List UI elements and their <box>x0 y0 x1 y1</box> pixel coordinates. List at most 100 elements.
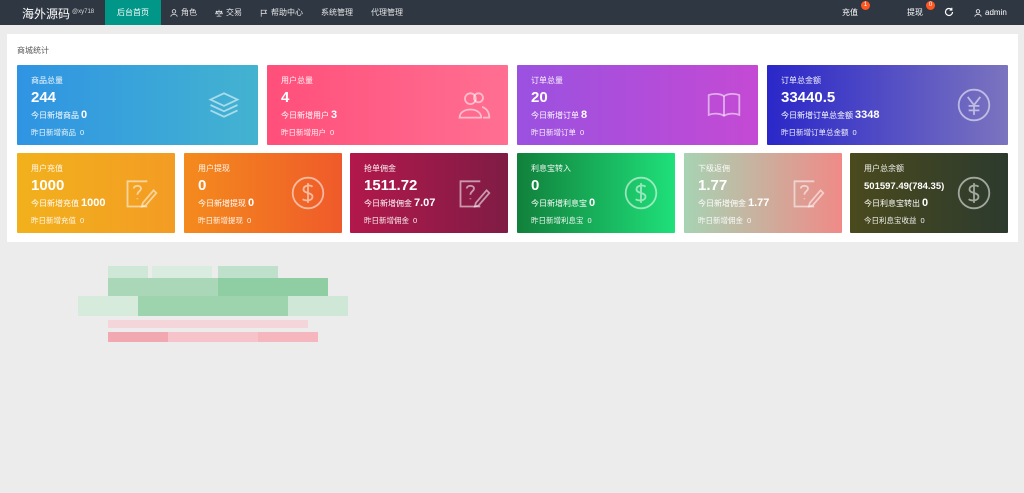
stat-yesterday-value: 0 <box>747 216 752 225</box>
stat-card-today: 今日利息宝转出 0 <box>864 197 928 209</box>
stat-today-label: 今日新增充值 <box>31 199 79 208</box>
stat-card-today: 今日新增佣金 1.77 <box>698 197 769 209</box>
stat-card-title: 订单总量 <box>531 76 563 85</box>
nav-agent-label: 代理管理 <box>371 8 403 17</box>
stat-card-value: 1.77 <box>698 177 728 194</box>
dollar-icon <box>624 176 658 210</box>
recharge-link[interactable]: 充值 <box>842 0 858 25</box>
stat-card-value: 0 <box>198 177 207 194</box>
stat-card-value: 1511.72 <box>364 177 418 194</box>
stat-card-title: 利息宝转入 <box>531 164 571 173</box>
stat-card[interactable]: 用户充值 1000 今日新增充值 1000 昨日新增充值 0 <box>17 153 175 233</box>
stat-card-value: 1000 <box>31 177 65 194</box>
main-nav: 后台首页 角色 交易 帮助中心 系统管理 代理管理 <box>105 0 412 25</box>
stat-card-yesterday: 昨日新增商品 0 <box>31 127 84 138</box>
stat-card-title: 商品总量 <box>31 76 63 85</box>
refresh-button[interactable] <box>944 7 954 18</box>
stat-yesterday-value: 0 <box>852 128 857 137</box>
nav-home[interactable]: 后台首页 <box>105 0 161 25</box>
stat-card[interactable]: 抢单佣金 1511.72 今日新增佣金 7.07 昨日新增佣金 0 <box>350 153 508 233</box>
stat-today-value: 3 <box>331 109 338 121</box>
stat-card-today: 今日新增佣金 7.07 <box>364 197 435 209</box>
stat-card-yesterday: 昨日新增佣金 0 <box>698 215 751 226</box>
nav-help[interactable]: 帮助中心 <box>251 0 312 25</box>
withdraw-label: 提现 <box>907 8 923 17</box>
stat-card-today: 今日新增利息宝 0 <box>531 197 595 209</box>
stat-yesterday-value: 0 <box>80 128 85 137</box>
withdraw-link[interactable]: 提现 <box>907 0 923 25</box>
nav-system[interactable]: 系统管理 <box>312 0 362 25</box>
stat-card[interactable]: 商品总量 244 今日新增商品 0 昨日新增商品 0 <box>17 65 258 145</box>
user-icon <box>170 8 178 17</box>
stat-yesterday-label: 昨日新增订单总金额 <box>781 128 849 137</box>
stat-card-today: 今日新增订单总金额 3348 <box>781 109 879 121</box>
stat-yesterday-label: 昨日新增用户 <box>281 128 326 137</box>
stat-today-label: 今日新增佣金 <box>364 199 412 208</box>
stat-card[interactable]: 用户总量 4 今日新增用户 3 昨日新增用户 0 <box>267 65 508 145</box>
stat-today-label: 今日新增用户 <box>281 111 329 120</box>
stat-today-value: 1000 <box>81 197 106 209</box>
stat-yesterday-value: 0 <box>247 216 252 225</box>
stats-panel: 商城统计 商品总量 244 今日新增商品 0 昨日新增商品 0 用户总量 4 今日新… <box>7 34 1018 242</box>
stat-today-value: 0 <box>922 197 929 209</box>
stat-card-title: 用户提现 <box>198 164 230 173</box>
withdraw-badge: 0 <box>926 1 935 10</box>
stat-card-title: 用户总量 <box>281 76 313 85</box>
users-icon <box>458 92 491 119</box>
dollar-icon <box>291 176 325 210</box>
site-logo[interactable]: 海外源码 @xy718 <box>22 0 94 25</box>
nav-home-label: 后台首页 <box>117 8 149 17</box>
stat-card-value: 4 <box>281 89 290 106</box>
user-name: admin <box>985 8 1007 17</box>
flag-icon <box>260 9 268 17</box>
stat-card-today: 今日新增商品 0 <box>31 109 87 121</box>
stat-card-title: 下级返佣 <box>698 164 730 173</box>
nav-trade[interactable]: 交易 <box>206 0 251 25</box>
stat-yesterday-label: 昨日新增利息宝 <box>531 216 584 225</box>
stat-card-value: 0 <box>531 177 540 194</box>
stat-yesterday-label: 昨日新增提现 <box>198 216 243 225</box>
stat-card-today: 今日新增用户 3 <box>281 109 337 121</box>
nav-agent[interactable]: 代理管理 <box>362 0 412 25</box>
stat-today-label: 今日新增订单总金额 <box>781 111 853 120</box>
stat-card-today: 今日新增充值 1000 <box>31 197 105 209</box>
stat-yesterday-label: 昨日新增订单 <box>531 128 576 137</box>
user-menu[interactable]: admin <box>974 0 1007 25</box>
stat-today-label: 今日新增商品 <box>31 111 79 120</box>
stat-today-label: 今日新增提现 <box>198 199 246 208</box>
stat-yesterday-value: 0 <box>330 128 335 137</box>
nav-role-label: 角色 <box>181 8 197 17</box>
stat-card[interactable]: 订单总金额 33440.5 今日新增订单总金额 3348 昨日新增订单总金额 0 <box>767 65 1008 145</box>
stat-yesterday-label: 昨日新增充值 <box>31 216 76 225</box>
stat-yesterday-label: 昨日新增商品 <box>31 128 76 137</box>
stat-card[interactable]: 下级返佣 1.77 今日新增佣金 1.77 昨日新增佣金 0 <box>684 153 842 233</box>
stat-today-value: 0 <box>81 109 88 121</box>
stat-card-yesterday: 昨日新增提现 0 <box>198 215 251 226</box>
stat-card[interactable]: 利息宝转入 0 今日新增利息宝 0 昨日新增利息宝 0 <box>517 153 675 233</box>
stat-yesterday-label: 昨日新增佣金 <box>364 216 409 225</box>
recharge-label: 充值 <box>842 8 858 17</box>
stat-today-value: 3348 <box>855 109 880 121</box>
edit-icon <box>459 180 491 208</box>
stat-card-value: 244 <box>31 89 57 106</box>
stat-yesterday-label: 今日利息宝收益 <box>864 216 917 225</box>
edit-icon <box>793 180 825 208</box>
stat-today-label: 今日新增订单 <box>531 111 579 120</box>
stat-card-title: 抢单佣金 <box>364 164 396 173</box>
stat-yesterday-value: 0 <box>920 216 925 225</box>
stat-card[interactable]: 用户总余额 501597.49(784.35) 今日利息宝转出 0 今日利息宝收益… <box>850 153 1008 233</box>
book-icon <box>707 92 741 117</box>
layers-icon <box>208 92 240 118</box>
stat-card-yesterday: 昨日新增佣金 0 <box>364 215 417 226</box>
top-navbar: 海外源码 @xy718 后台首页 角色 交易 帮助中心 系统管理 代理管理 充值 … <box>0 0 1024 25</box>
stat-card-yesterday: 昨日新增订单 0 <box>531 127 584 138</box>
nav-role[interactable]: 角色 <box>161 0 206 25</box>
user-icon <box>974 8 982 17</box>
stat-card-value: 501597.49(784.35) <box>864 181 945 192</box>
stat-today-value: 0 <box>589 197 596 209</box>
stat-card[interactable]: 用户提现 0 今日新增提现 0 昨日新增提现 0 <box>184 153 342 233</box>
stat-card[interactable]: 订单总量 20 今日新增订单 8 昨日新增订单 0 <box>517 65 758 145</box>
refresh-icon <box>944 7 954 17</box>
stat-card-yesterday: 昨日新增订单总金额 0 <box>781 127 857 138</box>
stat-card-yesterday: 今日利息宝收益 0 <box>864 215 925 226</box>
